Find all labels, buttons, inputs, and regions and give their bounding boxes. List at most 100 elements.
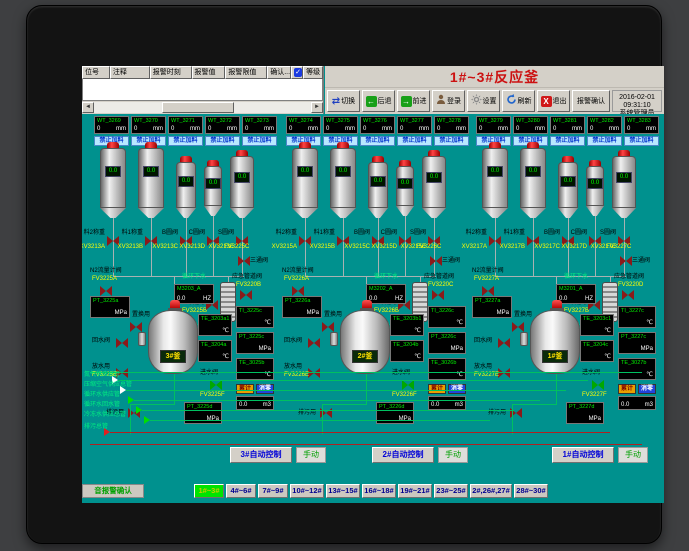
scroll-right-icon[interactable]: ► [311, 102, 323, 113]
back-button[interactable]: ←后退 [362, 90, 395, 112]
weigh-unit: mm [264, 126, 274, 132]
alarm-confirm-hand-icon[interactable]: ✓ [291, 66, 303, 79]
feed-tank [292, 148, 318, 208]
reset-zero-button[interactable]: 消零 [638, 384, 656, 394]
settings-button[interactable]: 设置 [467, 90, 500, 112]
scroll-thumb[interactable] [162, 102, 234, 113]
reactor-valve[interactable] [498, 368, 510, 378]
indicator-tag: TE_3027b [619, 359, 655, 367]
reactor-valve[interactable] [322, 322, 334, 332]
three-way-valve[interactable] [238, 256, 250, 266]
no-feed-label[interactable]: 禁止加料 [550, 136, 585, 146]
alarm-col-confirm[interactable]: 确认... [267, 66, 291, 79]
n2-flow-valve[interactable] [482, 286, 494, 296]
page-button-9[interactable]: 2#,26#,27# [470, 484, 512, 498]
n2-flow-valve[interactable] [100, 286, 112, 296]
login-button[interactable]: 登录 [432, 90, 465, 112]
tank-level-display: 0.0 [426, 172, 442, 183]
reactor-valve[interactable] [116, 338, 128, 348]
pipe-segment [126, 390, 566, 391]
exit-button[interactable]: X退出 [537, 90, 570, 112]
emergency-line-valve[interactable] [622, 290, 634, 300]
indicator-tag: PT_3226a [283, 297, 321, 305]
no-feed-label[interactable]: 禁止加料 [397, 136, 432, 146]
auto-control-button[interactable]: 3#自动控制 [230, 447, 292, 463]
auto-control-button[interactable]: 1#自动控制 [552, 447, 614, 463]
indicator-tag: TE_3204a [199, 341, 231, 349]
tank-level-display: 0.0 [370, 176, 386, 187]
no-feed-label[interactable]: 禁止加料 [242, 136, 277, 146]
manual-control-button[interactable]: 手动 [296, 447, 326, 463]
no-feed-label[interactable]: 禁止加料 [587, 136, 622, 146]
page-button-3[interactable]: 7#~9# [258, 484, 288, 498]
feed-valve-label: B圆阀 [532, 230, 560, 237]
page-button-10[interactable]: 28#~30# [514, 484, 548, 498]
page-button-5[interactable]: 13#~15# [326, 484, 360, 498]
page-button-4[interactable]: 10#~12# [290, 484, 324, 498]
three-way-valve[interactable] [620, 256, 632, 266]
no-feed-label[interactable]: 禁止加料 [624, 136, 659, 146]
page-button-7[interactable]: 19#~21# [398, 484, 432, 498]
process-indicator: TI_3225c℃ [236, 306, 274, 328]
alarm-col-value[interactable]: 报警值 [192, 66, 226, 79]
scroll-track[interactable] [94, 102, 311, 113]
forward-button[interactable]: →前进 [397, 90, 430, 112]
process-indicator: PT_3227cMPa [618, 332, 656, 354]
page-button-6[interactable]: 16#~18# [362, 484, 396, 498]
switch-button[interactable]: ⇄切换 [327, 90, 360, 112]
totalizer-button[interactable]: 累计 [236, 384, 254, 394]
reactor-valve[interactable] [402, 380, 414, 390]
pipe-segment [512, 404, 557, 405]
reactor-valve[interactable] [308, 368, 320, 378]
scroll-left-icon[interactable]: ◄ [82, 102, 94, 113]
reactor-valve[interactable] [592, 380, 604, 390]
alarm-col-level[interactable]: 等级 [303, 66, 323, 79]
three-way-valve[interactable] [430, 256, 442, 266]
reset-zero-button[interactable]: 消零 [256, 384, 274, 394]
alarm-col-tag[interactable]: 位号 [82, 66, 110, 79]
page-button-2[interactable]: 4#~6# [226, 484, 256, 498]
totalizer-button[interactable]: 累计 [618, 384, 636, 394]
tank-level-display: 0.0 [335, 166, 351, 177]
n2-flow-valve[interactable] [292, 286, 304, 296]
alarm-table-body[interactable] [82, 79, 323, 101]
feed-valve-label: S圆阀 [206, 230, 234, 237]
reset-zero-button[interactable]: 消零 [448, 384, 466, 394]
indicator-unit: MPa [451, 346, 463, 352]
three-way-valve-label: 三通阀 [250, 258, 268, 265]
totalizer-button[interactable]: 累计 [428, 384, 446, 394]
reactor-valve[interactable] [308, 338, 320, 348]
feed-valve-tag: XV3217C [532, 244, 560, 251]
tank-cone [482, 208, 508, 218]
auto-control-button[interactable]: 2#自动控制 [372, 447, 434, 463]
three-way-valve-tag: FV3226C [416, 244, 441, 251]
reactor-valve[interactable] [512, 322, 524, 332]
manual-control-button[interactable]: 手动 [438, 447, 468, 463]
reactor-valve[interactable] [130, 322, 142, 332]
alarm-ack-button[interactable]: 报警确认 [572, 90, 610, 112]
alarm-col-limit[interactable]: 报警限值 [225, 66, 267, 79]
alarm-table-hscrollbar[interactable]: ◄ ► [82, 101, 323, 114]
sound-alarm-ack-button[interactable]: 音报警确认 [82, 484, 144, 498]
alarm-col-time[interactable]: 报警时刻 [150, 66, 192, 79]
totalizer-indicator: 0.0m3 [618, 396, 656, 410]
manual-control-button[interactable]: 手动 [618, 447, 648, 463]
reactor-valve[interactable] [210, 380, 222, 390]
no-feed-label[interactable]: 禁止加料 [360, 136, 395, 146]
alarm-col-comment[interactable]: 注释 [110, 66, 150, 79]
page-button-8[interactable]: 23#~25# [434, 484, 468, 498]
gear-icon [471, 94, 482, 108]
weigh-tag: WT_3276 [361, 117, 394, 125]
page-button-1[interactable]: 1#~3# [194, 484, 224, 498]
no-feed-label[interactable]: 禁止加料 [205, 136, 240, 146]
feed-tank [138, 148, 164, 208]
indicator-unit: MPa [259, 346, 271, 352]
feed-valve-tag: XV3217D [559, 244, 587, 251]
emergency-line-valve[interactable] [432, 290, 444, 300]
refresh-button[interactable]: 刷新 [502, 90, 535, 112]
reactor-valve[interactable] [498, 338, 510, 348]
process-indicator: PT_3226cMPa [428, 332, 466, 354]
no-feed-label[interactable]: 禁止加料 [434, 136, 469, 146]
emergency-line-valve[interactable] [240, 290, 252, 300]
no-feed-label[interactable]: 禁止加料 [168, 136, 203, 146]
